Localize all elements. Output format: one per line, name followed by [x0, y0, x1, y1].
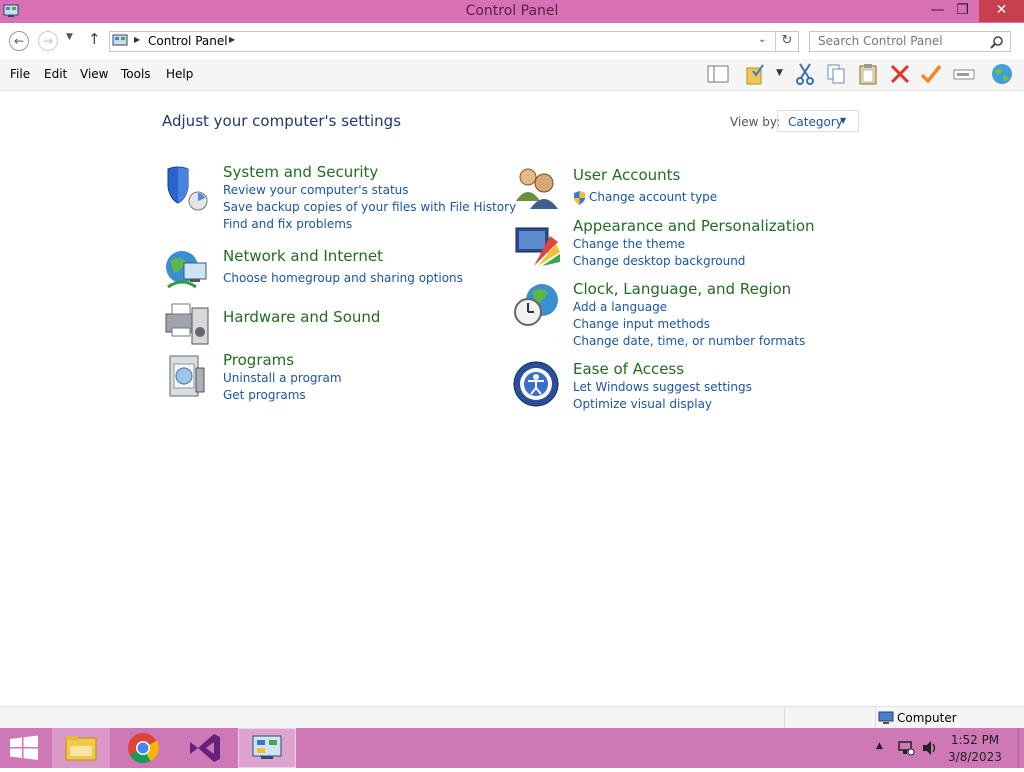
minimize-button[interactable]: — — [925, 0, 950, 22]
copy-icon[interactable] — [824, 62, 848, 86]
search-icon[interactable] — [990, 34, 1004, 49]
control-panel-icon — [112, 33, 128, 49]
address-bar[interactable]: ▶ Control Panel ▶ ⌄ — [109, 31, 799, 52]
rename-icon[interactable] — [952, 62, 976, 86]
menu-view[interactable]: View — [80, 67, 108, 81]
organize-dropdown-icon[interactable]: ▼ — [776, 68, 783, 78]
network-globe-icon[interactable] — [162, 247, 212, 297]
start-button[interactable] — [0, 728, 48, 768]
status-bar: Computer — [0, 706, 1024, 729]
link-optimize-visual-display[interactable]: Optimize visual display — [573, 397, 712, 411]
delete-icon[interactable] — [888, 62, 912, 86]
category-user-accounts[interactable]: User Accounts — [573, 166, 680, 184]
layout-pane-icon[interactable] — [706, 62, 730, 86]
cut-icon[interactable] — [793, 62, 817, 86]
recent-locations-chevron-icon[interactable]: ▼ — [66, 32, 73, 42]
taskbar-visual-studio-icon[interactable] — [176, 728, 234, 768]
address-row: ← → ▼ ↑ ▶ Control Panel ▶ ⌄ ↻ Search Con… — [0, 23, 1024, 59]
category-network-and-internet[interactable]: Network and Internet — [223, 247, 383, 265]
ease-of-access-icon[interactable] — [512, 360, 562, 410]
status-location: Computer — [897, 711, 957, 725]
show-hidden-icons-chevron-icon[interactable]: ▲ — [876, 741, 883, 751]
taskbar-control-panel[interactable] — [238, 728, 296, 768]
category-system-and-security[interactable]: System and Security — [223, 163, 378, 181]
menu-file[interactable]: File — [10, 67, 30, 81]
show-desktop-button[interactable] — [1018, 728, 1024, 768]
address-dropdown-icon[interactable]: ⌄ — [758, 34, 766, 45]
link-change-date-time-formats[interactable]: Change date, time, or number formats — [573, 334, 805, 348]
menu-edit[interactable]: Edit — [44, 67, 67, 81]
computer-icon — [878, 710, 894, 726]
link-find-fix-problems[interactable]: Find and fix problems — [223, 217, 352, 231]
chevron-down-icon: ▼ — [840, 116, 847, 125]
system-security-shield-icon[interactable] — [162, 163, 212, 213]
search-input[interactable]: Search Control Panel — [818, 34, 943, 48]
view-by-value: Category — [788, 115, 843, 129]
taskbar: ▲ 1:52 PM 3/8/2023 — [0, 728, 1024, 768]
breadcrumb-control-panel[interactable]: Control Panel — [148, 34, 228, 48]
category-hardware-and-sound[interactable]: Hardware and Sound — [223, 308, 380, 326]
link-windows-suggest-settings[interactable]: Let Windows suggest settings — [573, 380, 752, 394]
clock-date[interactable]: 3/8/2023 — [940, 750, 1010, 764]
user-accounts-icon[interactable] — [512, 163, 562, 213]
link-add-language[interactable]: Add a language — [573, 300, 667, 314]
checked-folder-icon[interactable] — [744, 62, 768, 86]
view-by-label: View by: — [730, 115, 781, 129]
link-review-status[interactable]: Review your computer's status — [223, 183, 409, 197]
search-box[interactable]: Search Control Panel — [809, 31, 1011, 52]
title-bar: Control Panel — ❐ ✕ — [0, 0, 1024, 23]
link-get-programs[interactable]: Get programs — [223, 388, 306, 402]
globe-icon[interactable] — [990, 62, 1014, 86]
status-divider — [875, 707, 876, 729]
menu-tools[interactable]: Tools — [121, 67, 151, 81]
back-button[interactable]: ← — [9, 31, 29, 51]
programs-icon[interactable] — [162, 350, 212, 400]
close-button[interactable]: ✕ — [979, 0, 1024, 22]
uac-shield-icon — [573, 190, 586, 205]
menu-help[interactable]: Help — [166, 67, 193, 81]
category-clock-language-region[interactable]: Clock, Language, and Region — [573, 280, 791, 298]
clock-globe-icon[interactable] — [512, 280, 562, 330]
paste-icon[interactable] — [856, 62, 880, 86]
up-button[interactable]: ↑ — [88, 30, 101, 48]
link-homegroup-sharing[interactable]: Choose homegroup and sharing options — [223, 271, 463, 285]
link-change-desktop-background[interactable]: Change desktop background — [573, 254, 745, 268]
network-tray-icon[interactable] — [897, 740, 915, 756]
breadcrumb-separator-icon[interactable]: ▶ — [134, 35, 140, 44]
appearance-monitor-icon[interactable] — [512, 222, 562, 272]
link-change-input-methods[interactable]: Change input methods — [573, 317, 710, 331]
page-title: Adjust your computer's settings — [162, 112, 402, 130]
refresh-icon[interactable]: ↻ — [775, 31, 798, 52]
hardware-printer-icon[interactable] — [162, 298, 212, 348]
status-divider — [784, 707, 785, 729]
menu-bar: File Edit View Tools Help ▼ — [0, 59, 1024, 91]
category-programs[interactable]: Programs — [223, 351, 294, 369]
link-change-theme[interactable]: Change the theme — [573, 237, 685, 251]
taskbar-file-explorer[interactable] — [52, 728, 110, 768]
link-change-account-type[interactable]: Change account type — [589, 190, 717, 204]
category-ease-of-access[interactable]: Ease of Access — [573, 360, 684, 378]
volume-icon[interactable] — [921, 740, 939, 756]
taskbar-chrome-icon[interactable] — [114, 728, 172, 768]
forward-button[interactable]: → — [38, 31, 58, 51]
breadcrumb-chevron-icon[interactable]: ▶ — [229, 35, 235, 44]
clock-time[interactable]: 1:52 PM — [940, 733, 1010, 747]
category-appearance-and-personalization[interactable]: Appearance and Personalization — [573, 217, 815, 235]
properties-check-icon[interactable] — [919, 62, 943, 86]
link-file-history[interactable]: Save backup copies of your files with Fi… — [223, 200, 516, 214]
maximize-button[interactable]: ❐ — [950, 0, 975, 22]
link-uninstall-program[interactable]: Uninstall a program — [223, 371, 342, 385]
view-by-dropdown[interactable]: Category ▼ — [777, 110, 859, 132]
window-title: Control Panel — [465, 3, 559, 19]
